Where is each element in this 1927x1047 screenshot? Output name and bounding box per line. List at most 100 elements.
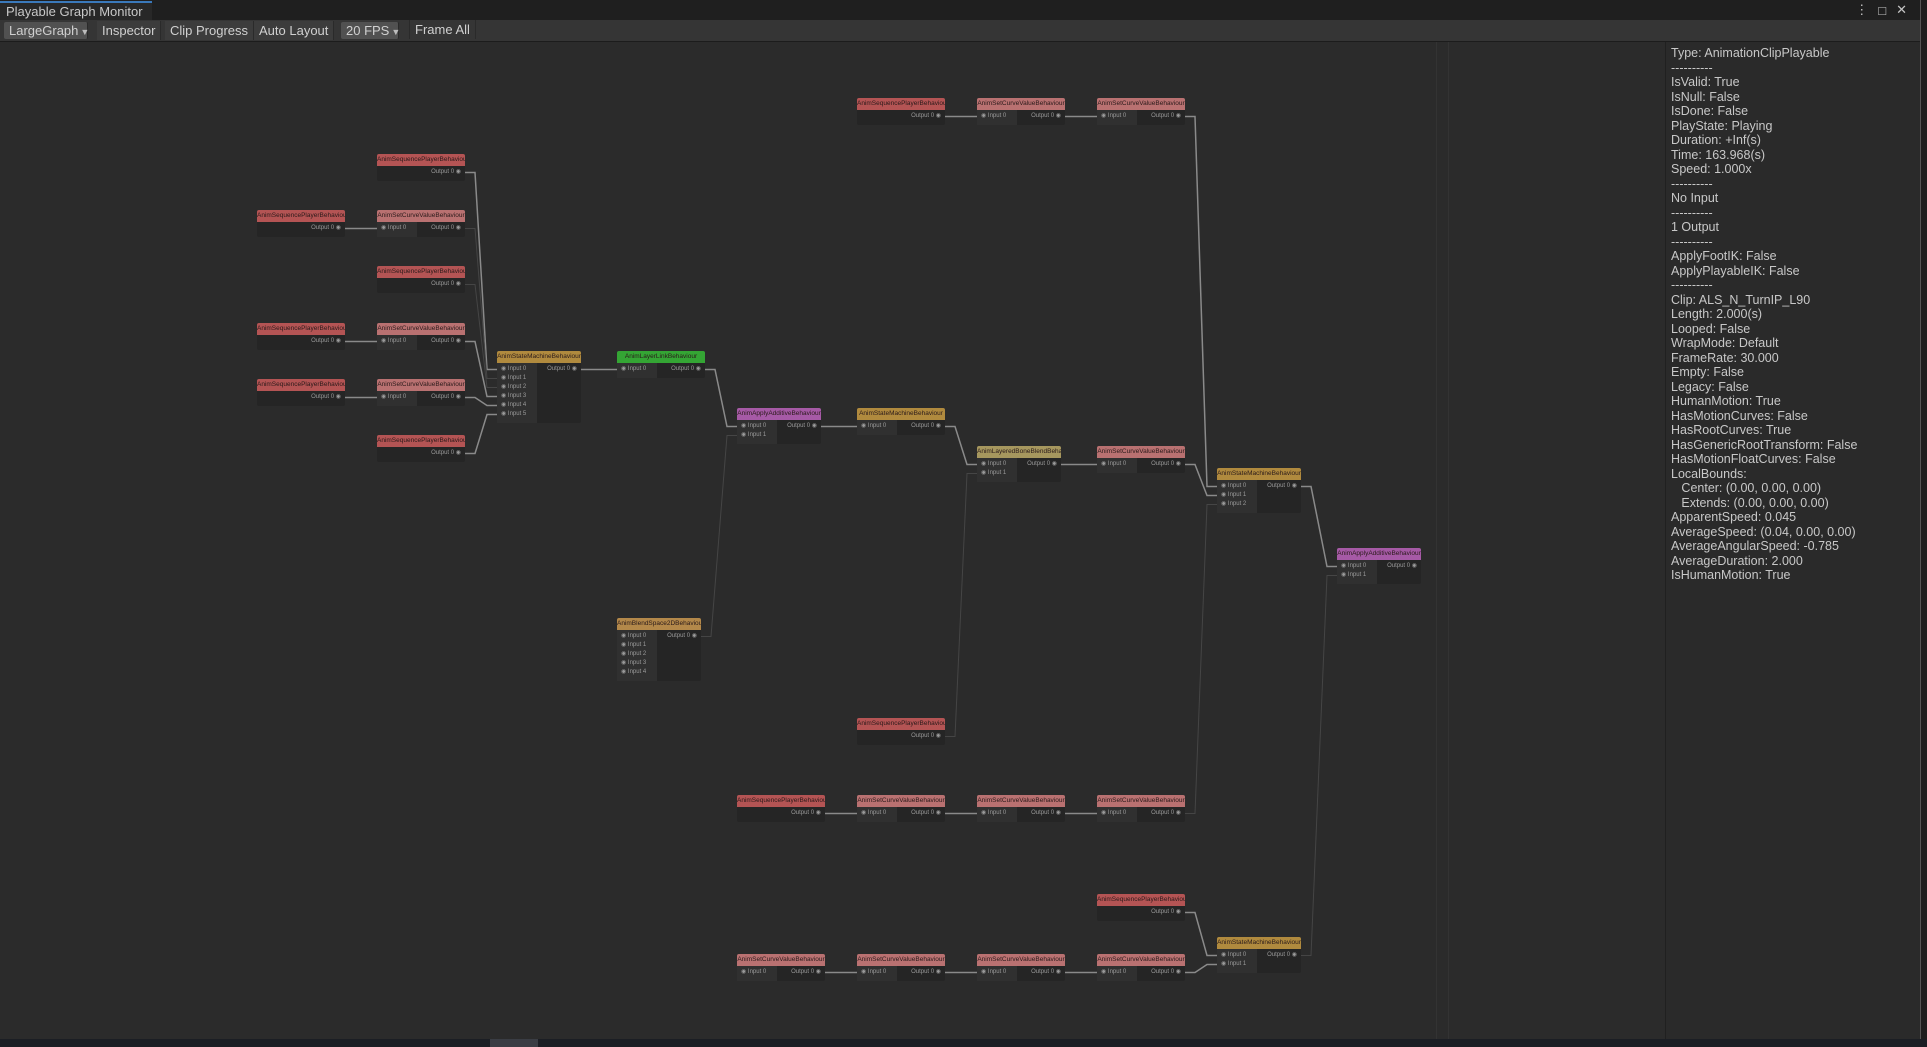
close-icon[interactable]: ✕ xyxy=(1896,2,1907,18)
output-port[interactable]: Output 0 ◉ xyxy=(777,809,825,818)
output-port[interactable]: Output 0 ◉ xyxy=(417,224,465,233)
output-port[interactable]: Output 0 ◉ xyxy=(897,968,945,977)
graph-node-set-curve-value[interactable]: AnimSetCurveValueBehaviour ◉ Input 0 Outpu… xyxy=(377,210,465,237)
graph-node-sequence-player[interactable]: AnimSequencePlayerBehaviour Output 0 ◉ xyxy=(377,154,465,181)
graph-node-sequence-player[interactable]: AnimSequencePlayerBehaviour Output 0 ◉ xyxy=(257,210,345,237)
output-port[interactable]: Output 0 ◉ xyxy=(657,365,705,374)
input-port[interactable]: ◉ Input 1 xyxy=(1217,491,1257,500)
graph-node-set-curve-value[interactable]: AnimSetCurveValueBehaviour ◉ Input 0 Outpu… xyxy=(857,954,945,981)
output-port[interactable]: Output 0 ◉ xyxy=(1137,908,1185,917)
output-port[interactable]: Output 0 ◉ xyxy=(417,280,465,289)
input-port[interactable]: ◉ Input 0 xyxy=(737,422,777,431)
input-port[interactable]: ◉ Input 5 xyxy=(497,410,537,419)
output-port[interactable]: Output 0 ◉ xyxy=(1017,968,1065,977)
input-port[interactable]: ◉ Input 0 xyxy=(977,112,1017,121)
graph-node-set-curve-value[interactable]: AnimSetCurveValueBehaviour ◉ Input 0 Outpu… xyxy=(1097,98,1185,125)
input-port[interactable]: ◉ Input 1 xyxy=(737,431,777,440)
output-port[interactable]: Output 0 ◉ xyxy=(417,337,465,346)
output-port[interactable]: Output 0 ◉ xyxy=(897,422,945,431)
graph-node-sequence-player[interactable]: AnimSequencePlayerBehaviour Output 0 ◉ xyxy=(257,323,345,350)
input-port[interactable]: ◉ Input 1 xyxy=(617,641,657,650)
input-port[interactable]: ◉ Input 0 xyxy=(737,968,777,977)
graph-node-blend-space-2d[interactable]: AnimBlendSpace2DBehaviour ◉ Input 0 ◉ Inpu… xyxy=(617,618,701,681)
output-port[interactable]: Output 0 ◉ xyxy=(1137,460,1185,469)
graph-node-state-machine[interactable]: AnimStateMachineBehaviour ◉ Input 0 ◉ Inpu… xyxy=(1217,468,1301,513)
input-port[interactable]: ◉ Input 1 xyxy=(977,469,1017,478)
input-port[interactable]: ◉ Input 0 xyxy=(377,224,417,233)
output-port[interactable]: Output 0 ◉ xyxy=(897,112,945,121)
graph-node-layer-link[interactable]: AnimLayerLinkBehaviour ◉ Input 0 Output 0 … xyxy=(617,351,705,378)
graph-node-sequence-player[interactable]: AnimSequencePlayerBehaviour Output 0 ◉ xyxy=(1097,894,1185,921)
output-port[interactable]: Output 0 ◉ xyxy=(417,393,465,402)
output-port[interactable]: Output 0 ◉ xyxy=(1377,562,1421,571)
graph-node-state-machine[interactable]: AnimStateMachineBehaviour ◉ Input 0 Output… xyxy=(857,408,945,435)
input-port[interactable]: ◉ Input 2 xyxy=(617,650,657,659)
graph-node-sequence-player[interactable]: AnimSequencePlayerBehaviour Output 0 ◉ xyxy=(857,98,945,125)
graph-node-layered-bone-blend[interactable]: AnimLayeredBoneBlendBehaviour◉ Input 0◉ … xyxy=(977,446,1061,482)
output-port[interactable]: Output 0 ◉ xyxy=(1257,482,1301,491)
input-port[interactable]: ◉ Input 0 xyxy=(497,365,537,374)
input-port[interactable]: ◉ Input 4 xyxy=(497,401,537,410)
graph-node-apply-additive[interactable]: AnimApplyAdditiveBehaviour ◉ Input 0 ◉ Inp… xyxy=(737,408,821,444)
graph-node-set-curve-value[interactable]: AnimSetCurveValueBehaviour ◉ Input 0 Outpu… xyxy=(977,954,1065,981)
graph-canvas[interactable]: AnimSequencePlayerBehaviour Output 0 ◉ Ani… xyxy=(0,42,1921,1039)
maximize-icon[interactable]: □ xyxy=(1878,3,1886,18)
graph-node-apply-additive[interactable]: AnimApplyAdditiveBehaviour ◉ Input 0 ◉ Inp… xyxy=(1337,548,1421,584)
clip-progress-toggle[interactable]: Clip Progress xyxy=(165,21,255,40)
graph-node-set-curve-value[interactable]: AnimSetCurveValueBehaviour ◉ Input 0 Outpu… xyxy=(857,795,945,822)
more-options-icon[interactable]: ⋮ xyxy=(1855,2,1868,18)
graph-node-set-curve-value[interactable]: AnimSetCurveValueBehaviour ◉ Input 0 Outpu… xyxy=(1097,446,1185,473)
inspector-toggle[interactable]: Inspector xyxy=(97,21,162,40)
graph-node-sequence-player[interactable]: AnimSequencePlayerBehaviour Output 0 ◉ xyxy=(257,379,345,406)
output-port[interactable]: Output 0 ◉ xyxy=(1017,112,1065,121)
fps-select-dropdown[interactable]: 20 FPS ▼ xyxy=(341,22,400,39)
input-port[interactable]: ◉ Input 3 xyxy=(617,659,657,668)
input-port[interactable]: ◉ Input 0 xyxy=(977,809,1017,818)
input-port[interactable]: ◉ Input 2 xyxy=(497,383,537,392)
graph-node-set-curve-value[interactable]: AnimSetCurveValueBehaviour ◉ Input 0 Outpu… xyxy=(737,954,825,981)
input-port[interactable]: ◉ Input 0 xyxy=(617,365,657,374)
input-port[interactable]: ◉ Input 0 xyxy=(377,337,417,346)
input-port[interactable]: ◉ Input 0 xyxy=(857,809,897,818)
output-port[interactable]: Output 0 ◉ xyxy=(1257,951,1301,960)
graph-node-state-machine[interactable]: AnimStateMachineBehaviour ◉ Input 0 ◉ Inpu… xyxy=(497,351,581,423)
graph-select-dropdown[interactable]: LargeGraph ▼ xyxy=(4,22,89,39)
graph-node-set-curve-value[interactable]: AnimSetCurveValueBehaviour ◉ Input 0 Outpu… xyxy=(1097,795,1185,822)
frame-all-button[interactable]: Frame All xyxy=(409,20,476,39)
auto-layout-toggle[interactable]: Auto Layout xyxy=(254,21,335,40)
output-port[interactable]: Output 0 ◉ xyxy=(297,224,345,233)
input-port[interactable]: ◉ Input 2 xyxy=(1217,500,1257,509)
input-port[interactable]: ◉ Input 0 xyxy=(857,968,897,977)
output-port[interactable]: Output 0 ◉ xyxy=(1137,809,1185,818)
output-port[interactable]: Output 0 ◉ xyxy=(1137,112,1185,121)
window-tab[interactable]: Playable Graph Monitor xyxy=(0,1,152,20)
input-port[interactable]: ◉ Input 1 xyxy=(1337,571,1377,580)
graph-node-set-curve-value[interactable]: AnimSetCurveValueBehaviour ◉ Input 0 Outpu… xyxy=(977,795,1065,822)
output-port[interactable]: Output 0 ◉ xyxy=(1137,968,1185,977)
right-scrollbar[interactable] xyxy=(1920,0,1927,1047)
input-port[interactable]: ◉ Input 0 xyxy=(1217,482,1257,491)
output-port[interactable]: Output 0 ◉ xyxy=(1017,809,1065,818)
graph-node-set-curve-value[interactable]: AnimSetCurveValueBehaviour ◉ Input 0 Outpu… xyxy=(1097,954,1185,981)
input-port[interactable]: ◉ Input 3 xyxy=(497,392,537,401)
output-port[interactable]: Output 0 ◉ xyxy=(417,449,465,458)
graph-node-sequence-player[interactable]: AnimSequencePlayerBehaviour Output 0 ◉ xyxy=(737,795,825,822)
input-port[interactable]: ◉ Input 0 xyxy=(977,460,1017,469)
graph-node-set-curve-value[interactable]: AnimSetCurveValueBehaviour ◉ Input 0 Outpu… xyxy=(377,323,465,350)
input-port[interactable]: ◉ Input 0 xyxy=(1097,968,1137,977)
graph-node-sequence-player[interactable]: AnimSequencePlayerBehaviour Output 0 ◉ xyxy=(377,435,465,462)
horizontal-scrollbar-thumb[interactable] xyxy=(490,1039,538,1047)
output-port[interactable]: Output 0 ◉ xyxy=(777,968,825,977)
output-port[interactable]: Output 0 ◉ xyxy=(297,393,345,402)
input-port[interactable]: ◉ Input 1 xyxy=(497,374,537,383)
input-port[interactable]: ◉ Input 0 xyxy=(857,422,897,431)
output-port[interactable]: Output 0 ◉ xyxy=(777,422,821,431)
input-port[interactable]: ◉ Input 0 xyxy=(1097,460,1137,469)
output-port[interactable]: Output 0 ◉ xyxy=(417,168,465,177)
output-port[interactable]: Output 0 ◉ xyxy=(537,365,581,374)
graph-node-sequence-player[interactable]: AnimSequencePlayerBehaviour Output 0 ◉ xyxy=(857,718,945,745)
input-port[interactable]: ◉ Input 0 xyxy=(617,632,657,641)
input-port[interactable]: ◉ Input 0 xyxy=(1217,951,1257,960)
graph-node-sequence-player[interactable]: AnimSequencePlayerBehaviour Output 0 ◉ xyxy=(377,266,465,293)
output-port[interactable]: Output 0 ◉ xyxy=(1017,460,1061,469)
